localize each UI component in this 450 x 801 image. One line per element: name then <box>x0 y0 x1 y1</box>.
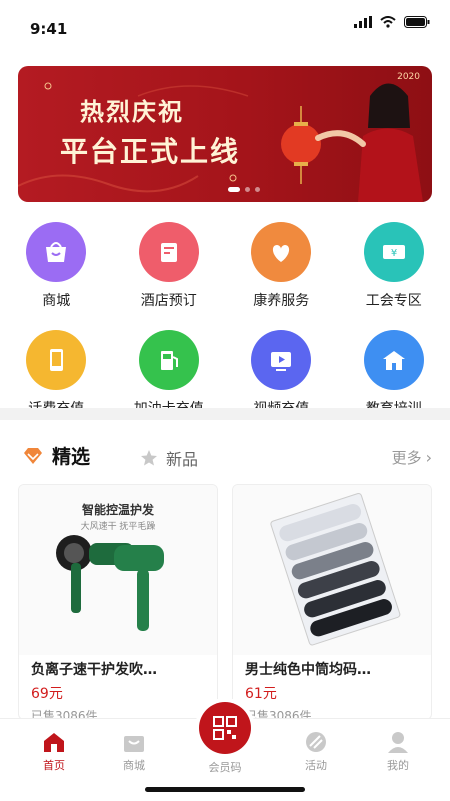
fuel-icon <box>139 330 199 390</box>
home-indicator <box>145 787 305 792</box>
product-image-subcaption: 大风速干 抚平毛躁 <box>19 519 217 532</box>
product-image-hair-dryer: 智能控温护发 大风速干 抚平毛躁 <box>19 485 217 655</box>
product-name: 男士纯色中筒均码… <box>245 659 421 679</box>
banner-dot[interactable] <box>255 187 260 192</box>
star-icon <box>140 449 158 467</box>
home-page: 9:41 <box>0 0 450 800</box>
wifi-icon <box>380 16 396 28</box>
ticket-icon: ¥ <box>364 222 424 282</box>
category-education[interactable]: 教育培训 <box>338 330 450 418</box>
nav-store[interactable]: 商城 <box>104 731 164 773</box>
nav-home-label: 首页 <box>43 757 65 773</box>
tab-featured-label: 精选 <box>52 442 90 469</box>
nav-store-label: 商城 <box>123 757 145 773</box>
section-divider <box>0 408 450 420</box>
hotel-icon <box>139 222 199 282</box>
nav-activity-label: 活动 <box>305 757 327 773</box>
category-fuel-card[interactable]: 加油卡充值 <box>113 330 226 418</box>
category-label: 康养服务 <box>253 290 309 310</box>
tab-new[interactable]: 新品 <box>140 446 198 470</box>
category-video-recharge[interactable]: 视频充值 <box>225 330 338 418</box>
category-union[interactable]: ¥ 工会专区 <box>338 222 450 310</box>
product-card[interactable]: 男士纯色中筒均码… 61元 已售3086件 <box>232 484 432 720</box>
shop-icon <box>26 222 86 282</box>
category-shop[interactable]: 商城 <box>0 222 113 310</box>
nav-member-code[interactable]: 会员码 <box>195 755 255 775</box>
category-health[interactable]: 康养服务 <box>225 222 338 310</box>
product-price: 69元 <box>31 683 63 703</box>
diamond-icon <box>22 447 44 465</box>
product-tabs: 精选 新品 更多 › <box>0 432 450 480</box>
category-label: 工会专区 <box>366 290 422 310</box>
product-card[interactable]: 智能控温护发 大风速干 抚平毛躁 负离子速干护发吹… 69元 已售3086件 <box>18 484 218 720</box>
banner-dot[interactable] <box>245 187 250 192</box>
nav-home[interactable]: 首页 <box>24 731 84 773</box>
tab-new-label: 新品 <box>166 446 198 470</box>
product-image-socks <box>233 485 431 655</box>
home-icon <box>42 731 66 753</box>
nav-profile[interactable]: 我的 <box>368 731 428 773</box>
category-label: 酒店预订 <box>141 290 197 310</box>
video-icon <box>251 330 311 390</box>
product-list: 智能控温护发 大风速干 抚平毛躁 负离子速干护发吹… 69元 已售3086件 <box>18 484 432 720</box>
category-label: 商城 <box>42 290 70 310</box>
category-phone-recharge[interactable]: 话费充值 <box>0 330 113 418</box>
banner-pagination[interactable] <box>228 187 260 192</box>
category-grid: 商城 酒店预订 康养服务 ¥ 工会专区 话费充值 <box>0 222 450 418</box>
activity-icon <box>304 731 328 753</box>
battery-icon <box>404 16 430 28</box>
promo-banner[interactable]: 2020 热烈庆祝 平台正式上线 <box>18 66 432 202</box>
profile-icon <box>386 731 410 753</box>
nav-member-code-label: 会员码 <box>209 759 242 775</box>
nav-profile-label: 我的 <box>387 757 409 773</box>
banner-title-line2: 平台正式上线 <box>60 130 240 170</box>
status-time: 9:41 <box>30 20 67 38</box>
tab-featured[interactable]: 精选 <box>22 442 90 469</box>
category-hotel[interactable]: 酒店预订 <box>113 222 226 310</box>
banner-title-line1: 热烈庆祝 <box>80 92 184 127</box>
chevron-right-icon: › <box>426 448 432 467</box>
member-code-button[interactable] <box>199 702 251 754</box>
banner-year: 2020 <box>397 72 420 82</box>
product-name: 负离子速干护发吹… <box>31 659 207 679</box>
qr-code-icon <box>212 715 238 741</box>
school-icon <box>364 330 424 390</box>
nav-activity[interactable]: 活动 <box>286 731 346 773</box>
phone-icon <box>26 330 86 390</box>
svg-text:¥: ¥ <box>391 248 397 259</box>
product-image-caption: 智能控温护发 <box>19 501 217 518</box>
banner-dot-active[interactable] <box>228 187 240 192</box>
product-price: 61元 <box>245 683 277 703</box>
status-icons <box>354 16 430 28</box>
store-icon <box>122 731 146 753</box>
signal-icon <box>354 16 372 28</box>
more-link[interactable]: 更多 › <box>392 447 432 468</box>
more-label: 更多 <box>392 447 422 468</box>
status-bar: 9:41 <box>0 0 450 52</box>
heart-icon <box>251 222 311 282</box>
